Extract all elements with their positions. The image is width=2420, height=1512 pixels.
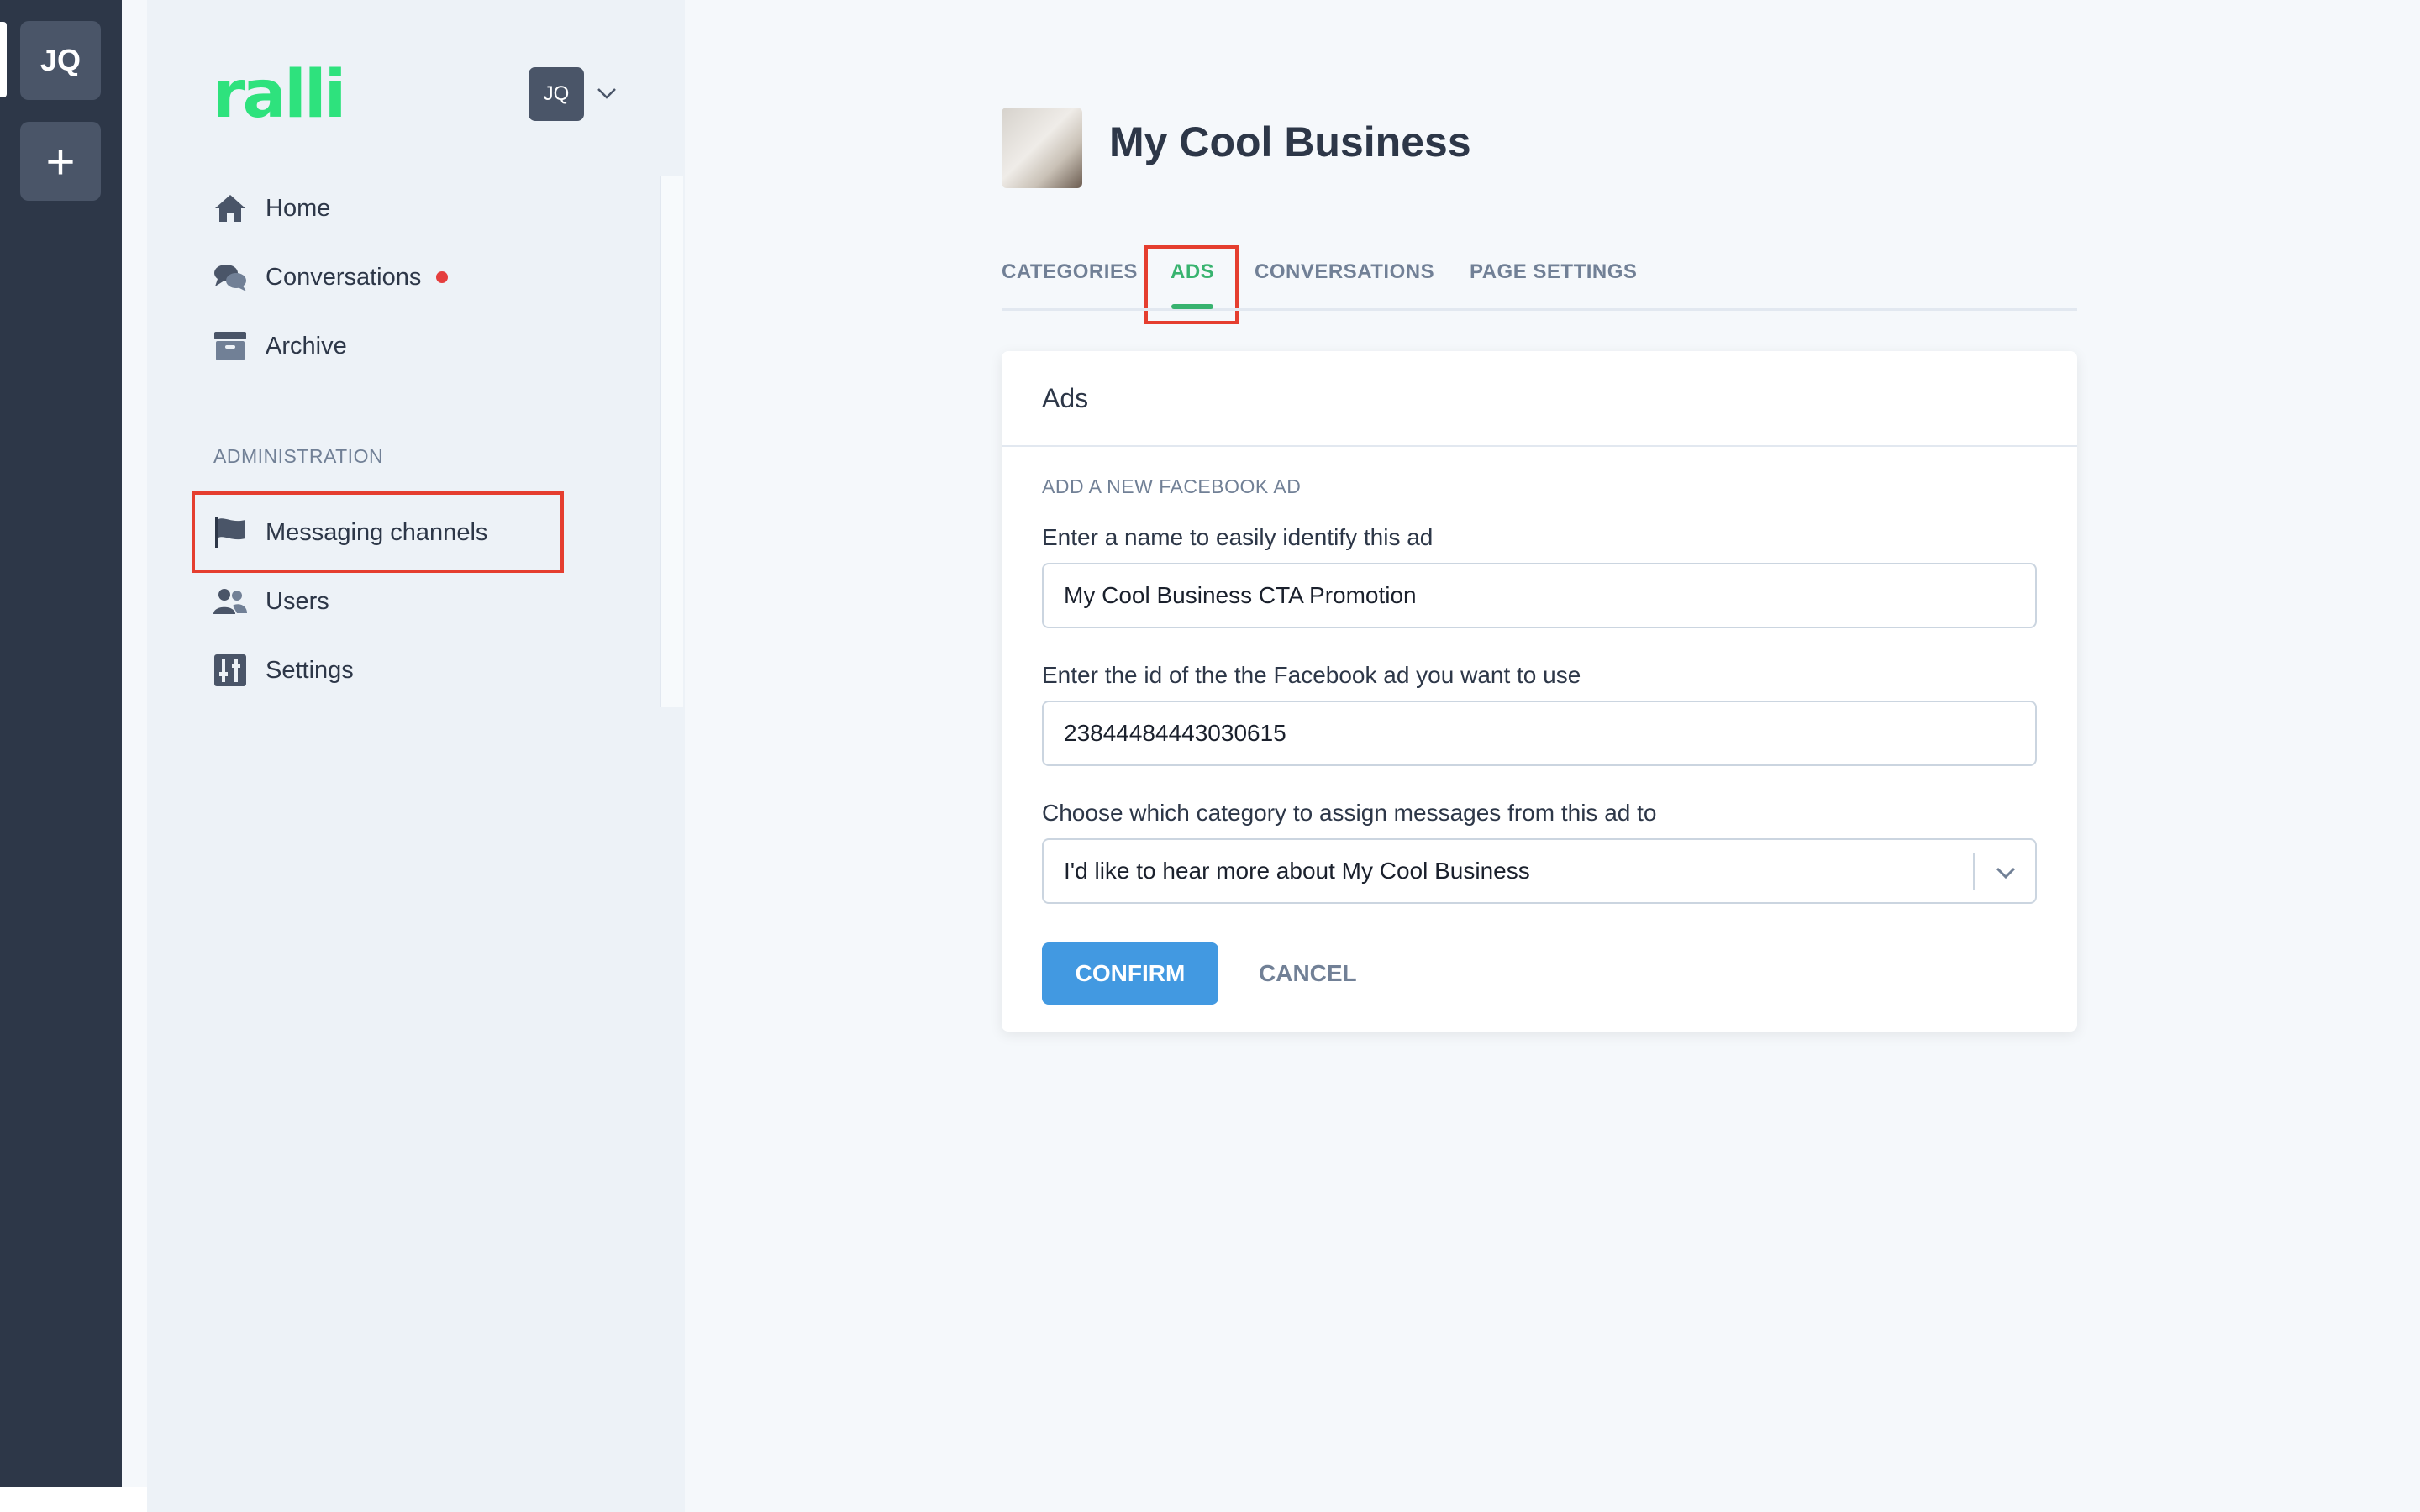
ads-card: Ads ADD A NEW FACEBOOK AD Enter a name t… — [1002, 351, 2077, 1032]
bottom-strip — [0, 1487, 147, 1512]
category-selected-value: I'd like to hear more about My Cool Busi… — [1064, 858, 1530, 884]
card-title: Ads — [1002, 351, 2077, 447]
archive-icon — [212, 329, 249, 363]
tab-categories[interactable]: CATEGORIES — [1002, 260, 1138, 284]
workspace-rail: JQ + — [0, 0, 122, 1487]
ad-name-label: Enter a name to easily identify this ad — [1042, 524, 1434, 550]
add-workspace-button[interactable]: + — [20, 122, 101, 201]
plus-icon: + — [45, 133, 76, 190]
nav-label: Conversations — [266, 263, 422, 291]
category-select[interactable]: I'd like to hear more about My Cool Busi… — [1042, 838, 2037, 904]
form-subtitle: ADD A NEW FACEBOOK AD — [1042, 475, 1302, 497]
ralli-logo[interactable]: ralli — [213, 57, 346, 133]
nav-item-home[interactable]: Home — [212, 185, 330, 232]
nav-label: Archive — [266, 332, 347, 360]
nav-label: Settings — [266, 656, 354, 684]
nav-item-settings[interactable]: Settings — [212, 647, 354, 694]
ad-id-input[interactable]: 23844484443030615 — [1042, 701, 2037, 766]
confirm-button[interactable]: CONFIRM — [1042, 942, 1218, 1005]
highlight-messaging-channels — [192, 491, 564, 573]
tab-bar: CATEGORIES ADS CONVERSATIONS PAGE SETTIN… — [1002, 252, 2077, 311]
chevron-down-icon[interactable] — [1993, 860, 2018, 885]
select-separator — [1973, 853, 1975, 890]
chat-icon — [212, 260, 249, 294]
page-title: My Cool Business — [1109, 118, 1471, 165]
nav-item-conversations[interactable]: Conversations — [212, 254, 449, 301]
unread-dot — [436, 271, 449, 283]
sidebar-scrollbar[interactable] — [660, 176, 683, 707]
active-tab-indicator — [1171, 304, 1213, 309]
ad-name-input[interactable]: My Cool Business CTA Promotion — [1042, 563, 2037, 628]
nav-item-users[interactable]: Users — [212, 578, 329, 625]
users-icon — [212, 585, 249, 618]
home-icon — [212, 192, 249, 225]
administration-heading: ADMINISTRATION — [213, 445, 384, 467]
workspace-button[interactable]: JQ — [20, 21, 101, 100]
user-avatar[interactable]: JQ — [529, 67, 584, 121]
tab-conversations[interactable]: CONVERSATIONS — [1255, 260, 1434, 284]
tab-page-settings[interactable]: PAGE SETTINGS — [1470, 260, 1637, 284]
nav-item-archive[interactable]: Archive — [212, 323, 347, 370]
chevron-down-icon[interactable] — [596, 82, 618, 104]
tab-ads[interactable]: ADS — [1171, 260, 1214, 284]
nav-label: Home — [266, 194, 331, 222]
cancel-button[interactable]: CANCEL — [1259, 942, 1357, 1005]
category-label: Choose which category to assign messages… — [1042, 800, 1657, 826]
active-workspace-indicator — [0, 22, 7, 97]
nav-label: Users — [266, 587, 329, 615]
settings-icon — [212, 654, 249, 687]
ad-id-label: Enter the id of the the Facebook ad you … — [1042, 662, 1581, 688]
business-image — [1002, 108, 1082, 188]
